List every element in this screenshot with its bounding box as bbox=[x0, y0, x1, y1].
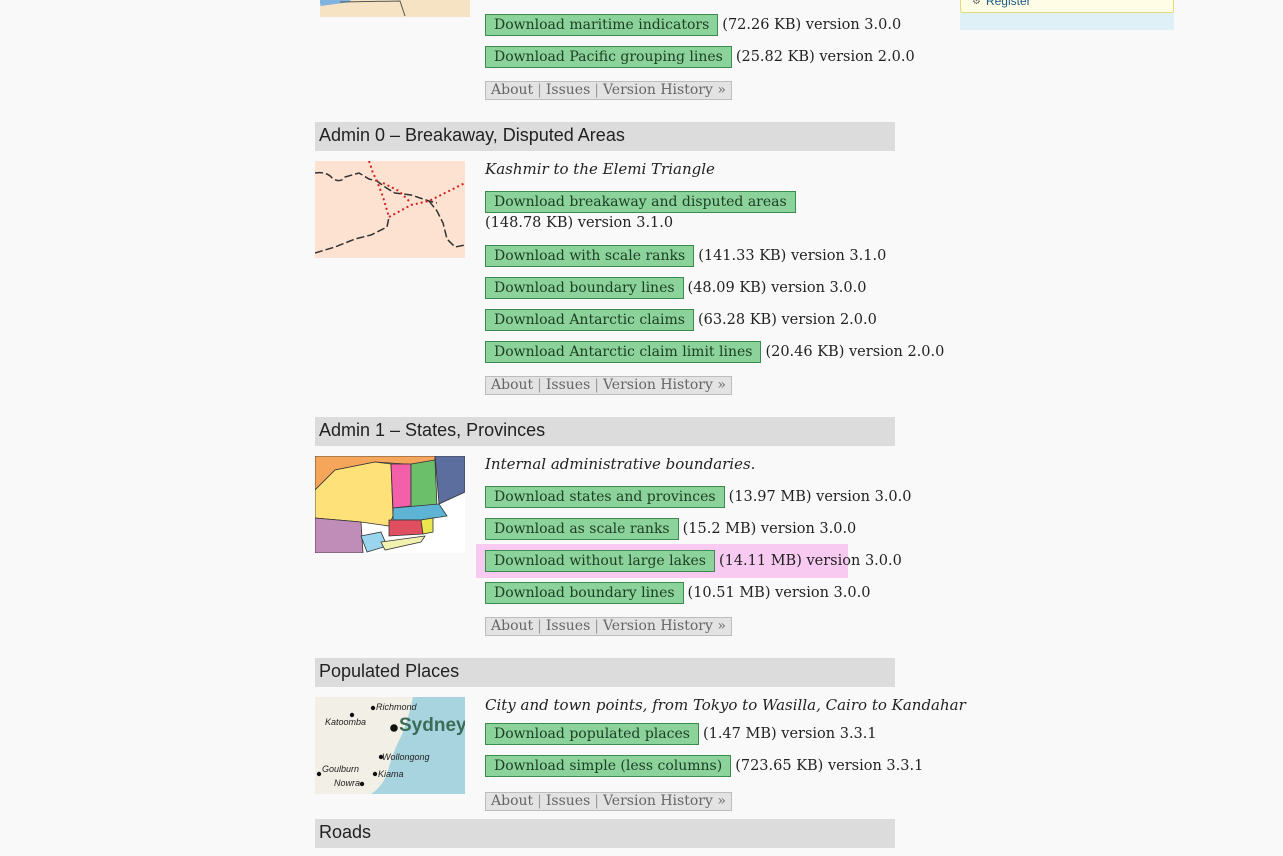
section-title: Roads bbox=[319, 822, 372, 842]
file-meta: (148.78 KB) version 3.1.0 bbox=[485, 215, 674, 231]
map-label: Kiama bbox=[378, 769, 404, 779]
version-history-link[interactable]: Version History » bbox=[603, 793, 726, 809]
download-row: Download boundary lines (48.09 KB) versi… bbox=[485, 277, 866, 299]
download-without-large-lakes-button[interactable]: Download without large lakes bbox=[485, 550, 715, 572]
file-meta: (15.2 MB) version 3.0.0 bbox=[682, 521, 857, 537]
download-states-provinces-button[interactable]: Download states and provinces bbox=[485, 486, 725, 508]
about-link[interactable]: About bbox=[491, 82, 533, 98]
issues-link[interactable]: Issues bbox=[546, 618, 590, 634]
download-row-highlighted: Download without large lakes (14.11 MB) … bbox=[485, 550, 902, 572]
about-link[interactable]: About bbox=[491, 793, 533, 809]
download-row: Download boundary lines (10.51 MB) versi… bbox=[485, 582, 870, 604]
download-antarctic-claim-limit-lines-button[interactable]: Download Antarctic claim limit lines bbox=[485, 341, 762, 363]
file-meta: (25.82 KB) version 2.0.0 bbox=[735, 49, 915, 65]
download-row: Download Antarctic claims (63.28 KB) ver… bbox=[485, 309, 877, 331]
download-row: Download simple (less columns) (723.65 K… bbox=[485, 755, 923, 777]
download-boundary-lines-button[interactable]: Download boundary lines bbox=[485, 277, 684, 299]
issues-link[interactable]: Issues bbox=[546, 793, 590, 809]
section-links: About | Issues | Version History » bbox=[485, 617, 732, 636]
file-meta: (13.97 MB) version 3.0.0 bbox=[728, 489, 912, 505]
section-title: Populated Places bbox=[319, 661, 460, 681]
section-header-populated-places: Populated Places bbox=[315, 658, 895, 687]
download-simple-button[interactable]: Download simple (less columns) bbox=[485, 755, 732, 777]
file-meta: (48.09 KB) version 3.0.0 bbox=[687, 280, 867, 296]
download-row: Download maritime indicators (72.26 KB) … bbox=[485, 14, 901, 36]
download-row: Download with scale ranks (141.33 KB) ve… bbox=[485, 245, 886, 267]
register-label: Register bbox=[985, 0, 1031, 8]
about-link[interactable]: About bbox=[491, 377, 533, 393]
download-as-scale-ranks-button[interactable]: Download as scale ranks bbox=[485, 518, 679, 540]
file-meta: (72.26 KB) version 3.0.0 bbox=[722, 17, 902, 33]
map-label: Katoomba bbox=[325, 717, 367, 727]
section-description: City and town points, from Tokyo to Wasi… bbox=[485, 696, 966, 714]
issues-link[interactable]: Issues bbox=[546, 82, 590, 98]
version-history-link[interactable]: Version History » bbox=[603, 82, 726, 98]
file-meta: (723.65 KB) version 3.3.1 bbox=[735, 758, 924, 774]
file-meta: (10.51 MB) version 3.0.0 bbox=[687, 585, 871, 601]
file-meta: (14.11 MB) version 3.0.0 bbox=[718, 553, 902, 569]
section-description: Kashmir to the Elemi Triangle bbox=[485, 160, 715, 178]
section-links: About | Issues | Version History » bbox=[485, 81, 732, 100]
download-antarctic-claims-button[interactable]: Download Antarctic claims bbox=[485, 309, 694, 331]
section-header-roads: Roads bbox=[315, 819, 895, 848]
maritime-map-thumbnail bbox=[320, 0, 470, 17]
section-header-states: Admin 1 – States, Provinces bbox=[315, 417, 895, 446]
map-label-sydney: Sydney bbox=[399, 715, 465, 736]
map-label: Wollongong bbox=[382, 752, 430, 762]
download-populated-places-button[interactable]: Download populated places bbox=[485, 723, 699, 745]
map-label: Nowra bbox=[334, 778, 361, 788]
section-title: Admin 0 – Breakaway, Disputed Areas bbox=[319, 125, 625, 145]
download-maritime-indicators-button[interactable]: Download maritime indicators bbox=[485, 14, 719, 36]
download-row: Download states and provinces (13.97 MB)… bbox=[485, 486, 912, 508]
section-header-breakaway: Admin 0 – Breakaway, Disputed Areas bbox=[315, 122, 895, 151]
section-links: About | Issues | Version History » bbox=[485, 376, 732, 395]
map-label: Goulburn bbox=[322, 764, 360, 774]
download-state-boundary-lines-button[interactable]: Download boundary lines bbox=[485, 582, 684, 604]
download-row: Download Pacific grouping lines (25.82 K… bbox=[485, 46, 915, 68]
section-description: Internal administrative boundaries. bbox=[485, 455, 756, 473]
states-map-thumbnail bbox=[315, 456, 465, 553]
issues-link[interactable]: Issues bbox=[546, 377, 590, 393]
download-row: Download breakaway and disputed areas bbox=[485, 191, 796, 213]
download-scale-ranks-button[interactable]: Download with scale ranks bbox=[485, 245, 695, 267]
download-row: Download Antarctic claim limit lines (20… bbox=[485, 341, 944, 363]
section-links: About | Issues | Version History » bbox=[485, 792, 732, 811]
about-link[interactable]: About bbox=[491, 618, 533, 634]
download-pacific-grouping-lines-button[interactable]: Download Pacific grouping lines bbox=[485, 46, 732, 68]
download-breakaway-button[interactable]: Download breakaway and disputed areas bbox=[485, 191, 796, 213]
download-row: Download as scale ranks (15.2 MB) versio… bbox=[485, 518, 856, 540]
section-title: Admin 1 – States, Provinces bbox=[319, 420, 546, 440]
version-history-link[interactable]: Version History » bbox=[603, 377, 726, 393]
register-link[interactable]: ⚙ Register bbox=[972, 0, 1031, 8]
gear-icon: ⚙ bbox=[972, 0, 981, 7]
file-meta: (20.46 KB) version 2.0.0 bbox=[765, 344, 945, 360]
file-meta: (1.47 MB) version 3.3.1 bbox=[702, 726, 877, 742]
disputed-areas-map-thumbnail bbox=[315, 161, 465, 258]
file-meta: (63.28 KB) version 2.0.0 bbox=[697, 312, 877, 328]
populated-places-map-thumbnail: Richmond Katoomba Sydney Wollongong Goul… bbox=[315, 697, 465, 794]
version-history-link[interactable]: Version History » bbox=[603, 618, 726, 634]
map-label: Richmond bbox=[376, 702, 417, 712]
file-meta: (141.33 KB) version 3.1.0 bbox=[698, 248, 887, 264]
download-row: Download populated places (1.47 MB) vers… bbox=[485, 723, 877, 745]
